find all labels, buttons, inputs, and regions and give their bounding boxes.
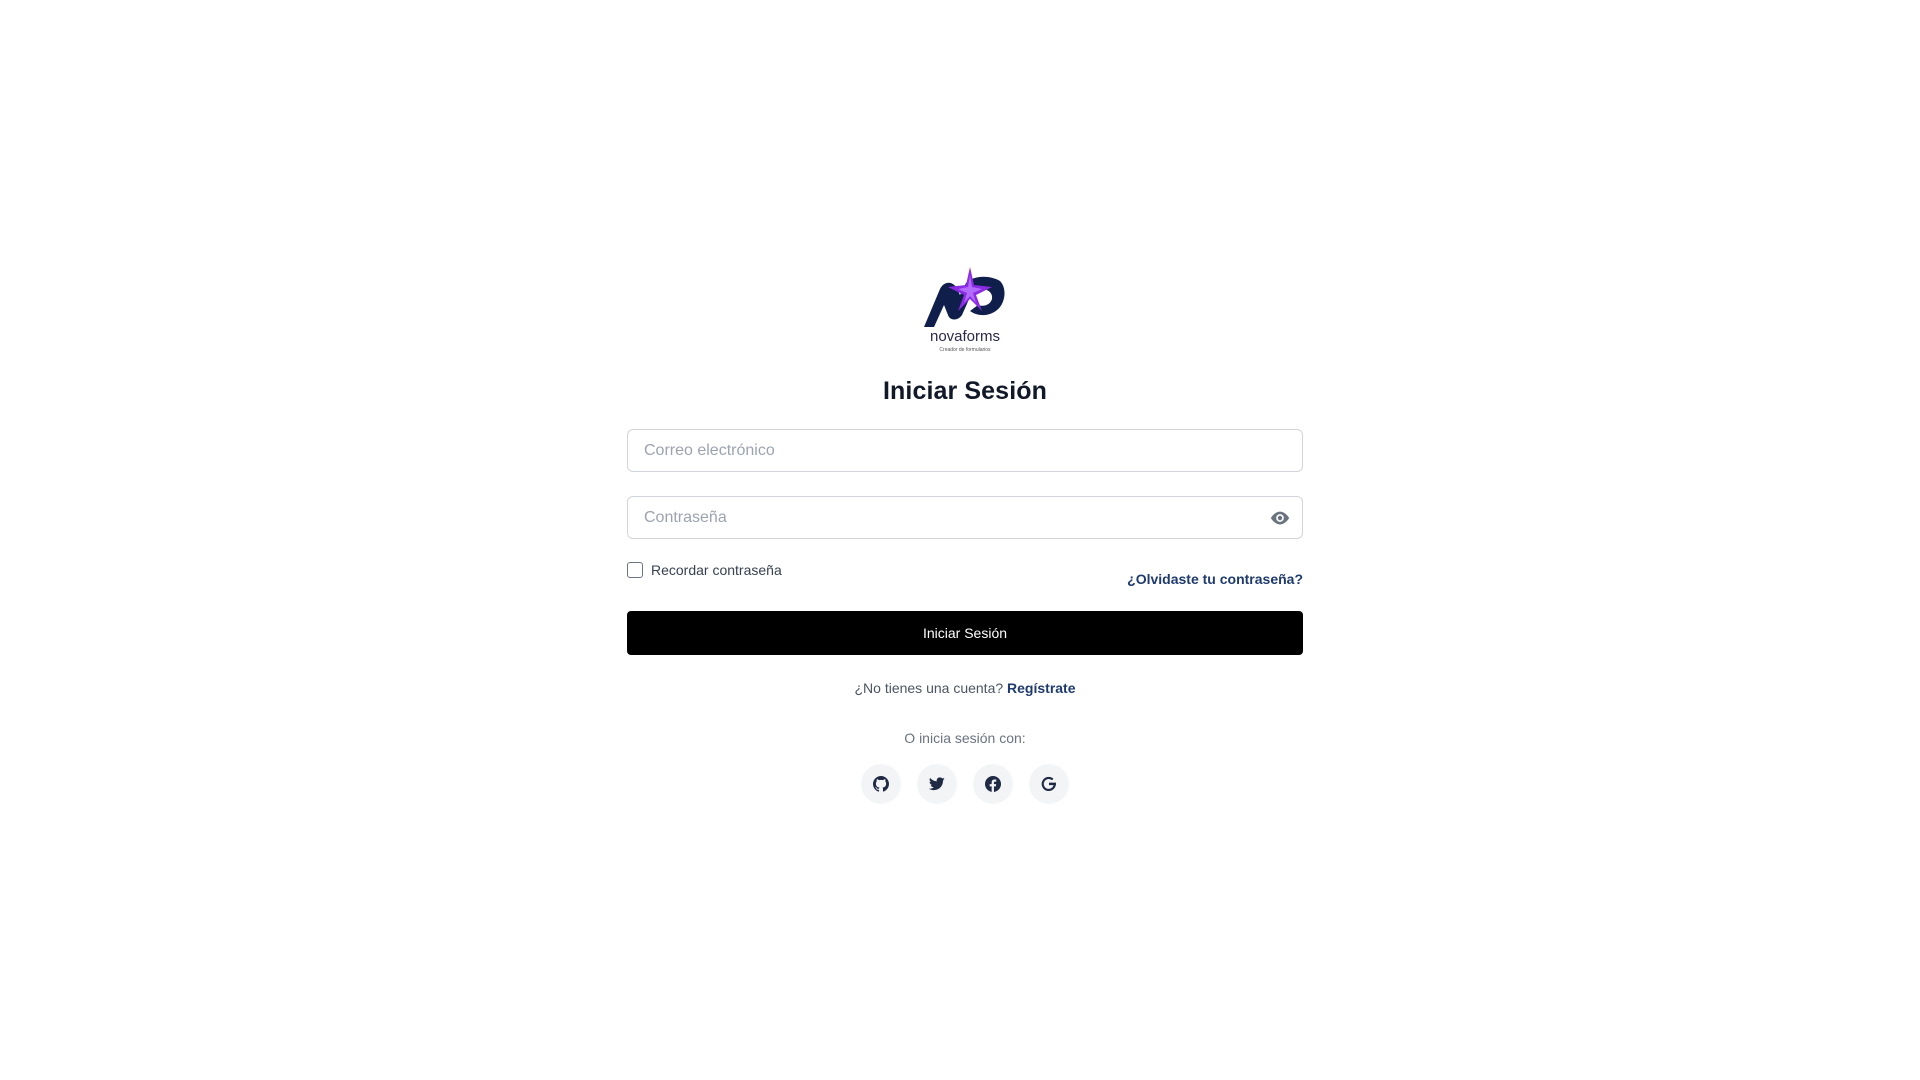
twitter-icon — [929, 777, 945, 791]
remember-label: Recordar contraseña — [651, 562, 782, 578]
novaforms-logo: novaforms Creador de formularios — [920, 265, 1010, 357]
remember-option: Recordar contraseña — [627, 562, 782, 578]
github-login-button[interactable] — [861, 764, 901, 804]
eye-icon[interactable] — [1269, 508, 1291, 528]
facebook-icon — [985, 776, 1001, 792]
google-login-button[interactable] — [1029, 764, 1069, 804]
remember-checkbox[interactable] — [627, 562, 643, 578]
signup-link[interactable]: Regístrate — [1007, 680, 1075, 696]
github-icon — [873, 776, 889, 792]
twitter-login-button[interactable] — [917, 764, 957, 804]
login-card: novaforms Creador de formularios Iniciar… — [627, 265, 1303, 804]
email-field-wrapper — [627, 429, 1303, 472]
login-button[interactable]: Iniciar Sesión — [627, 611, 1303, 655]
options-row: Recordar contraseña ¿Olvidaste tu contra… — [627, 562, 1303, 602]
svg-text:novaforms: novaforms — [930, 328, 1000, 345]
google-icon — [1041, 776, 1056, 791]
alt-login-label: O inicia sesión con: — [904, 730, 1026, 746]
social-login-buttons — [627, 764, 1303, 804]
signup-prompt: ¿No tienes una cuenta? Regístrate — [627, 680, 1303, 696]
email-input[interactable] — [628, 430, 1302, 471]
page-title: Iniciar Sesión — [883, 377, 1047, 405]
facebook-login-button[interactable] — [973, 764, 1013, 804]
signup-text: ¿No tienes una cuenta? — [854, 680, 1004, 696]
svg-text:Creador de formularios: Creador de formularios — [939, 347, 991, 353]
forgot-password-link[interactable]: ¿Olvidaste tu contraseña? — [1127, 571, 1303, 587]
password-field-wrapper — [627, 496, 1303, 539]
password-input[interactable] — [628, 497, 1302, 538]
